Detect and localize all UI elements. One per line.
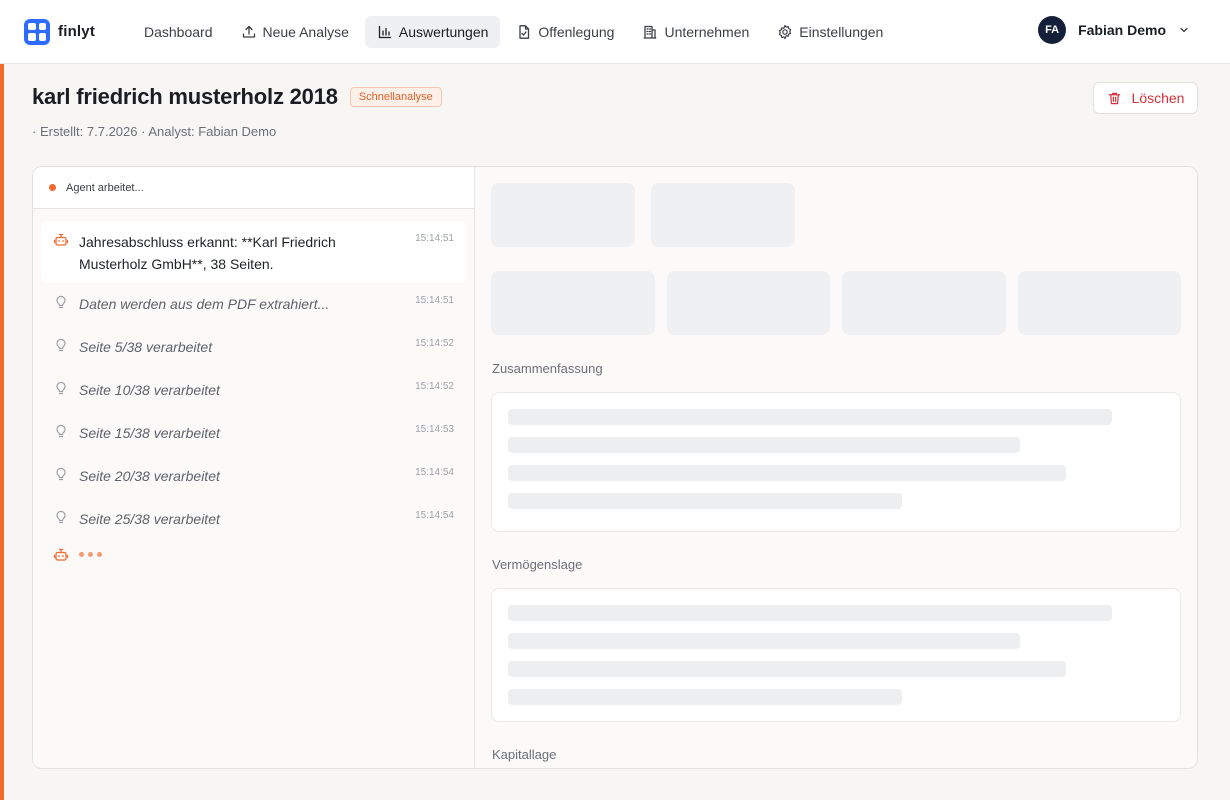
skeleton-block	[651, 183, 795, 247]
gear-icon	[777, 24, 793, 40]
skeleton-kpi	[667, 271, 830, 335]
page-meta: · Erstellt: 7.7.2026 · Analyst: Fabian D…	[32, 124, 277, 139]
avatar: FA	[1038, 16, 1067, 44]
list-item: Jahresabschluss erkannt: **Karl Friedric…	[41, 221, 466, 283]
nav-item-label: Unternehmen	[664, 23, 750, 40]
lightbulb-icon	[53, 337, 69, 353]
list-item: Seite 5/38 verarbeitet 15:14:52	[41, 326, 466, 369]
status-dot-icon	[49, 184, 56, 191]
list-item: Daten werden aus dem PDF extrahiert... 1…	[41, 283, 466, 326]
list-item: Seite 20/38 verarbeitet 15:14:54	[41, 455, 466, 498]
log-text: Seite 20/38 verarbeitet	[79, 468, 220, 484]
skeleton-card	[491, 392, 1181, 532]
skeleton-kpi	[491, 271, 655, 335]
lightbulb-icon	[53, 509, 69, 525]
log-time: 15:14:51	[415, 295, 454, 306]
skeleton-kpi	[1018, 271, 1181, 335]
section-title-capital: Kapitallage	[492, 747, 557, 762]
nav-item-label: Auswertungen	[398, 23, 489, 40]
upload-icon	[241, 24, 257, 40]
nav-item-label: Offenlegung	[538, 23, 615, 40]
list-item: Seite 10/38 verarbeitet 15:14:52	[41, 369, 466, 412]
log-time: 15:14:51	[415, 233, 454, 244]
section-title-assets: Vermögenslage	[492, 557, 583, 572]
lightbulb-icon	[53, 423, 69, 439]
status-badge: Schnellanalyse	[349, 87, 442, 107]
nav-item-unternehmen[interactable]: Unternehmen	[630, 16, 761, 48]
user-name: Fabian Demo	[1078, 22, 1166, 38]
user-menu[interactable]: FA Fabian Demo	[1038, 16, 1190, 44]
nav-item-auswertungen[interactable]: Auswertungen	[364, 15, 501, 48]
log-text: Seite 25/38 verarbeitet	[79, 511, 220, 527]
log-time: 15:14:54	[415, 467, 454, 478]
lightbulb-icon	[53, 466, 69, 482]
lightbulb-icon	[53, 380, 69, 396]
nav-item-einstellungen[interactable]: Einstellungen	[765, 16, 895, 48]
lightbulb-icon	[53, 294, 69, 310]
section-title-summary: Zusammenfassung	[492, 361, 603, 376]
bar-chart-icon	[377, 24, 393, 40]
typing-indicator	[41, 541, 466, 569]
nav-item-label: Einstellungen	[799, 23, 884, 40]
brand-logo-icon	[24, 18, 50, 45]
nav-items: Dashboard Neue Analyse Auswertungen Offe…	[132, 15, 899, 48]
nav-item-label: Neue Analyse	[262, 23, 349, 40]
log-text: Daten werden aus dem PDF extrahiert...	[79, 296, 330, 312]
nav-item-label: Dashboard	[144, 23, 213, 40]
nav-item-neue-analyse[interactable]: Neue Analyse	[229, 16, 361, 48]
agent-log-panel: Agent arbeitet... Jahresabschluss erkann…	[33, 167, 475, 768]
brand[interactable]: finlyt	[24, 18, 132, 45]
analysis-panel: Agent arbeitet... Jahresabschluss erkann…	[32, 166, 1198, 769]
agent-status-label: Agent arbeitet...	[66, 181, 144, 194]
skeleton-card	[491, 588, 1181, 722]
building-icon	[642, 24, 658, 40]
log-text: Seite 5/38 verarbeitet	[79, 339, 213, 355]
log-time: 15:14:52	[415, 338, 454, 349]
list-item: Seite 15/38 verarbeitet 15:14:53	[41, 412, 466, 455]
nav-item-dashboard[interactable]: Dashboard	[132, 16, 225, 48]
log-text: Seite 15/38 verarbeitet	[79, 425, 220, 441]
chevron-down-icon	[1180, 27, 1188, 33]
log-time: 15:14:54	[415, 510, 454, 521]
list-item: Seite 25/38 verarbeitet 15:14:54	[41, 498, 466, 541]
log-time: 15:14:52	[415, 381, 454, 392]
top-navigation: finlyt Dashboard Neue Analyse Auswertung…	[0, 0, 1230, 64]
document-check-icon	[516, 24, 532, 40]
page-title: karl friedrich musterholz 2018	[32, 84, 338, 109]
nav-item-offenlegung[interactable]: Offenlegung	[504, 16, 626, 48]
delete-button[interactable]: Löschen	[1093, 82, 1198, 114]
skeleton-kpi	[842, 271, 1006, 335]
log-text: Jahresabschluss erkannt: **Karl Friedric…	[79, 234, 336, 272]
delete-button-label: Löschen	[1131, 90, 1185, 106]
accent-bar	[0, 0, 4, 800]
page-header: karl friedrich musterholz 2018 Schnellan…	[32, 84, 442, 110]
log-text: Seite 10/38 verarbeitet	[79, 382, 220, 398]
skeleton-block	[491, 183, 635, 247]
robot-icon	[53, 232, 69, 248]
brand-name: finlyt	[58, 23, 96, 40]
typing-dots	[79, 552, 102, 557]
trash-icon	[1108, 92, 1120, 104]
results-panel: Zusammenfassung Vermögenslage Kapitallag…	[475, 167, 1197, 768]
log-time: 15:14:53	[415, 424, 454, 435]
agent-status: Agent arbeitet...	[33, 167, 474, 209]
robot-icon	[53, 547, 69, 563]
agent-log: Jahresabschluss erkannt: **Karl Friedric…	[33, 209, 474, 569]
